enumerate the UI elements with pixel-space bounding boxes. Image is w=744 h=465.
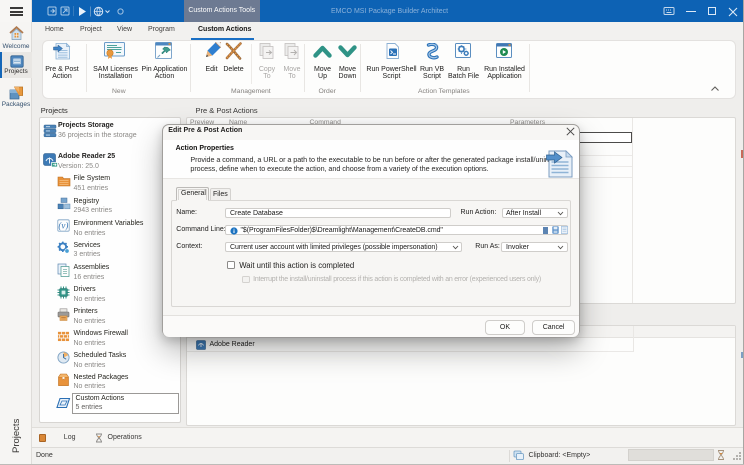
svg-text:(v): (v) bbox=[58, 221, 68, 231]
